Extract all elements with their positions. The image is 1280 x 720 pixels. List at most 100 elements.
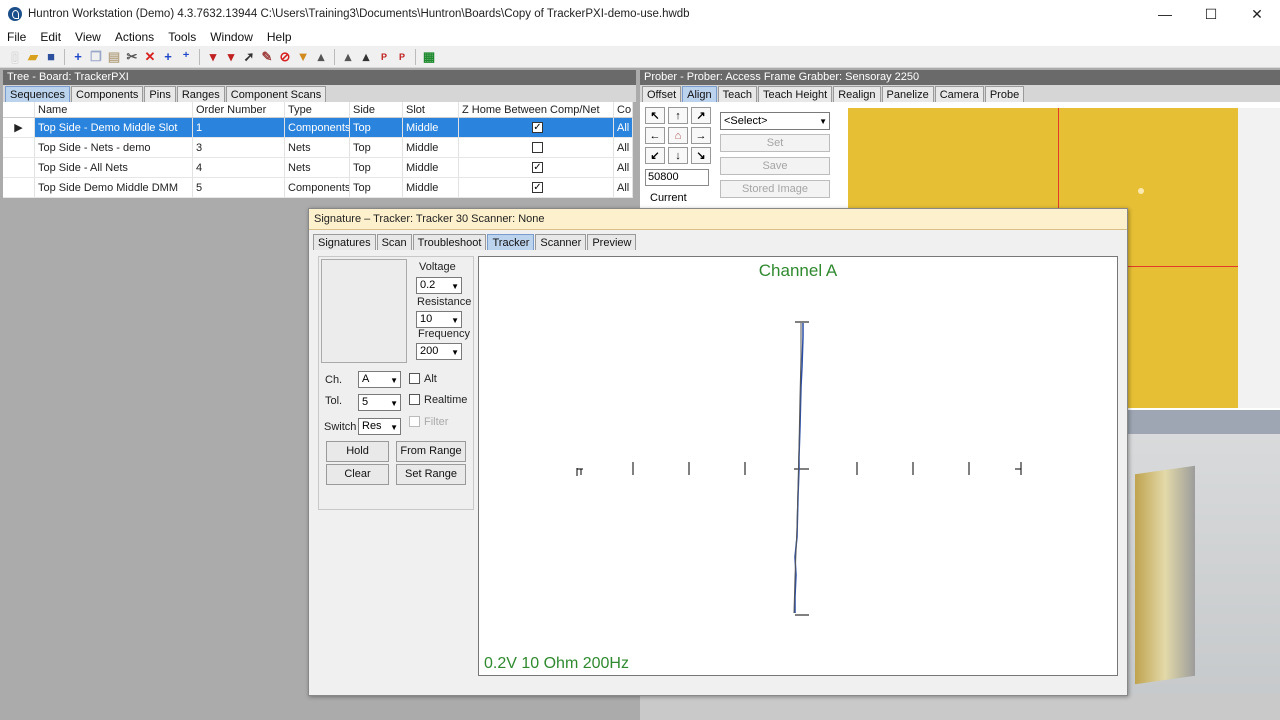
menu-window[interactable]: Window [203, 30, 260, 44]
new-file-icon[interactable]: ▯ [6, 48, 24, 66]
row-co[interactable]: All [614, 138, 633, 157]
pin-home-icon[interactable]: P [393, 48, 411, 66]
menu-actions[interactable]: Actions [108, 30, 161, 44]
tab-sequences[interactable]: Sequences [5, 86, 71, 102]
row-side[interactable]: Top [350, 178, 403, 197]
row-slot[interactable]: Middle [403, 158, 459, 177]
save-button[interactable]: Save [720, 157, 830, 175]
tab-scanner[interactable]: Scanner [535, 234, 587, 250]
table-row[interactable]: ▶ Top Side - Demo Middle Slot 1 Componen… [3, 118, 633, 138]
jog-down-right-icon[interactable]: ↘ [691, 147, 711, 164]
set-button[interactable]: Set [720, 134, 830, 152]
zhome-checkbox[interactable]: ✓ [532, 182, 543, 193]
tab-probe[interactable]: Probe [984, 86, 1025, 102]
tab-panelize[interactable]: Panelize [881, 86, 934, 102]
board-icon[interactable]: ▦ [420, 48, 438, 66]
filter-checkbox[interactable] [409, 416, 420, 427]
jog-up-icon[interactable]: ↑ [668, 107, 688, 124]
from-range-button[interactable]: From Range [396, 441, 466, 462]
tab-troubleshoot[interactable]: Troubleshoot [412, 234, 487, 250]
table-row[interactable]: Top Side - All Nets 4 Nets Top Middle ✓ … [3, 158, 633, 178]
row-slot[interactable]: Middle [403, 118, 459, 137]
tab-align[interactable]: Align [682, 86, 717, 102]
add-icon[interactable]: + [69, 48, 87, 66]
pin-pin-icon[interactable]: P [375, 48, 393, 66]
filter-icon[interactable]: ▼ [294, 48, 312, 66]
save-icon[interactable]: ■ [42, 48, 60, 66]
row-order[interactable]: 3 [193, 138, 285, 157]
row-name[interactable]: Top Side - Nets - demo [35, 138, 193, 157]
tab-component-scans[interactable]: Component Scans [225, 86, 327, 102]
realtime-checkbox[interactable] [409, 394, 420, 405]
menu-tools[interactable]: Tools [161, 30, 203, 44]
row-name[interactable]: Top Side Demo Middle DMM [35, 178, 193, 197]
column-header-type[interactable]: Type [285, 102, 350, 117]
frequency-select[interactable]: 200 ▼ [416, 343, 462, 360]
row-co[interactable]: All [614, 158, 633, 177]
stop-icon[interactable]: ⊘ [276, 48, 294, 66]
row-slot[interactable]: Middle [403, 178, 459, 197]
tab-ranges[interactable]: Ranges [176, 86, 225, 102]
jog-down-icon[interactable]: ↓ [668, 147, 688, 164]
voltage-select[interactable]: 0.2 ▼ [416, 277, 462, 294]
stored-image-button[interactable]: Stored Image [720, 180, 830, 198]
probe-home-icon[interactable]: ▴ [339, 48, 357, 66]
hold-button[interactable]: Hold [326, 441, 389, 462]
row-slot[interactable]: Middle [403, 138, 459, 157]
row-side[interactable]: Top [350, 118, 403, 137]
clear-button[interactable]: Clear [326, 464, 389, 485]
row-order[interactable]: 1 [193, 118, 285, 137]
switch-select[interactable]: Res ▼ [358, 418, 401, 435]
row-order[interactable]: 4 [193, 158, 285, 177]
jog-right-icon[interactable]: → [691, 127, 711, 144]
set-range-button[interactable]: Set Range [396, 464, 466, 485]
copy-icon[interactable]: ❐ [87, 48, 105, 66]
step-size-input[interactable]: 50800 [645, 169, 709, 186]
align-select[interactable]: <Select> ▼ [720, 112, 830, 130]
probe-move-icon[interactable]: ▴ [357, 48, 375, 66]
row-co[interactable]: All [614, 178, 633, 197]
delete-icon[interactable]: ✕ [141, 48, 159, 66]
open-folder-icon[interactable]: ▰ [24, 48, 42, 66]
row-type[interactable]: Nets [285, 138, 350, 157]
tab-camera[interactable]: Camera [934, 86, 984, 102]
tolerance-select[interactable]: 5 ▼ [358, 394, 401, 411]
zhome-checkbox[interactable]: ✓ [532, 162, 543, 173]
tab-tracker[interactable]: Tracker [487, 234, 535, 250]
menu-help[interactable]: Help [260, 30, 299, 44]
tab-signatures[interactable]: Signatures [313, 234, 376, 250]
probe-edit-icon[interactable]: ▴ [312, 48, 330, 66]
tab-scan[interactable]: Scan [376, 234, 412, 250]
alt-checkbox[interactable] [409, 373, 420, 384]
tab-teach-height[interactable]: Teach Height [757, 86, 833, 102]
column-header-name[interactable]: Name [35, 102, 193, 117]
minimize-button[interactable]: — [1142, 0, 1188, 28]
column-header-co[interactable]: Co [614, 102, 633, 117]
tab-pins[interactable]: Pins [144, 86, 176, 102]
add-multiple-icon[interactable]: ⁺ [177, 48, 195, 66]
zhome-checkbox[interactable]: ✓ [532, 122, 543, 133]
add-item-icon[interactable]: + [159, 48, 177, 66]
menu-edit[interactable]: Edit [33, 30, 68, 44]
column-header-slot[interactable]: Slot [403, 102, 459, 117]
jog-home-icon[interactable]: ⌂ [668, 127, 688, 144]
close-button[interactable]: ✕ [1234, 0, 1280, 28]
column-header-side[interactable]: Side [350, 102, 403, 117]
maximize-button[interactable]: ☐ [1188, 0, 1234, 28]
row-type[interactable]: Components [285, 118, 350, 137]
tab-components[interactable]: Components [71, 86, 144, 102]
paste-icon[interactable]: ▤ [105, 48, 123, 66]
row-name[interactable]: Top Side - Demo Middle Slot [35, 118, 193, 137]
tab-offset[interactable]: Offset [642, 86, 682, 102]
row-side[interactable]: Top [350, 138, 403, 157]
pin-icon[interactable]: ✎ [258, 48, 276, 66]
jog-up-left-icon[interactable]: ↖ [645, 107, 665, 124]
jog-down-left-icon[interactable]: ↙ [645, 147, 665, 164]
tab-realign[interactable]: Realign [833, 86, 881, 102]
resistance-select[interactable]: 10 ▼ [416, 311, 462, 328]
cut-icon[interactable]: ✂ [123, 48, 141, 66]
probe-add-icon[interactable]: ▾ [222, 48, 240, 66]
jog-up-right-icon[interactable]: ↗ [691, 107, 711, 124]
tab-preview[interactable]: Preview [587, 234, 637, 250]
row-side[interactable]: Top [350, 158, 403, 177]
